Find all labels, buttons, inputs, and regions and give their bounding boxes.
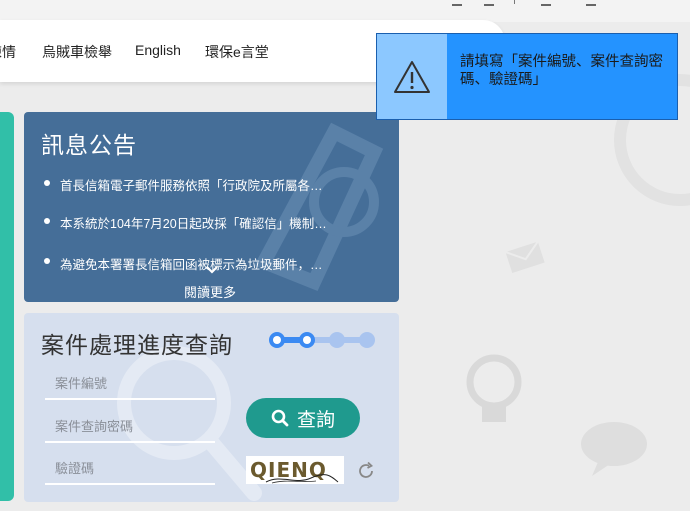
background-mail-icon (505, 241, 545, 274)
left-side-panel (0, 112, 14, 501)
captcha-input[interactable] (45, 453, 215, 483)
chevron-down-icon[interactable] (205, 265, 219, 275)
toolbar-glyph (452, 0, 462, 6)
alert-icon-box (377, 34, 447, 119)
case-password-input[interactable] (45, 411, 215, 441)
top-strip (0, 0, 690, 22)
nav-item-eco-forum[interactable]: 環保e言堂 (205, 42, 269, 62)
query-button[interactable]: 查詢 (246, 398, 360, 438)
case-progress-title: 案件處理進度查詢 (41, 332, 233, 358)
query-button-label: 查詢 (296, 409, 335, 431)
captcha-image: QIENQ (246, 456, 344, 484)
notice-background-deco (254, 122, 384, 291)
notice-title: 訊息公告 (41, 132, 137, 158)
validation-alert: 請填寫「案件編號、案件查詢密碼、驗證碼」 (376, 33, 678, 120)
warning-triangle-icon (394, 60, 430, 93)
list-bullet (44, 180, 50, 186)
toolbar-separator (514, 0, 515, 4)
captcha-field (45, 453, 215, 485)
case-password-field (45, 411, 215, 443)
search-icon (271, 409, 289, 427)
refresh-icon[interactable] (356, 461, 376, 481)
notice-item[interactable]: 本系統於104年7月20日起改採「確認信」機制… (60, 213, 365, 232)
toolbar-glyph (484, 0, 494, 6)
captcha-noise-lines (265, 474, 339, 484)
case-progress-panel: 案件處理進度查詢 查詢 QIENQ (24, 313, 399, 502)
case-number-field (45, 368, 215, 400)
background-lightbulb-icon (466, 354, 522, 422)
list-bullet (44, 258, 50, 264)
nav-item-smoky-vehicle-report[interactable]: 烏賊車檢舉 (42, 42, 112, 62)
alert-message: 請填寫「案件編號、案件查詢密碼、驗證碼」 (460, 54, 663, 88)
background-chat-icon (581, 422, 647, 476)
list-bullet (44, 218, 50, 224)
toolbar-glyph (541, 0, 551, 6)
nav-item-petition[interactable]: 陳情 (0, 42, 16, 62)
case-number-input[interactable] (45, 368, 215, 398)
toolbar-glyph (586, 0, 596, 6)
notice-item[interactable]: 首長信箱電子郵件服務依照「行政院及所屬各… (60, 175, 365, 194)
nav-item-english[interactable]: English (135, 42, 181, 58)
read-more-link[interactable]: 閱讀更多 (184, 282, 236, 301)
progress-steps-icon (269, 332, 375, 348)
notice-panel: 訊息公告 首長信箱電子郵件服務依照「行政院及所屬各… 本系統於104年7月20日… (24, 112, 399, 302)
